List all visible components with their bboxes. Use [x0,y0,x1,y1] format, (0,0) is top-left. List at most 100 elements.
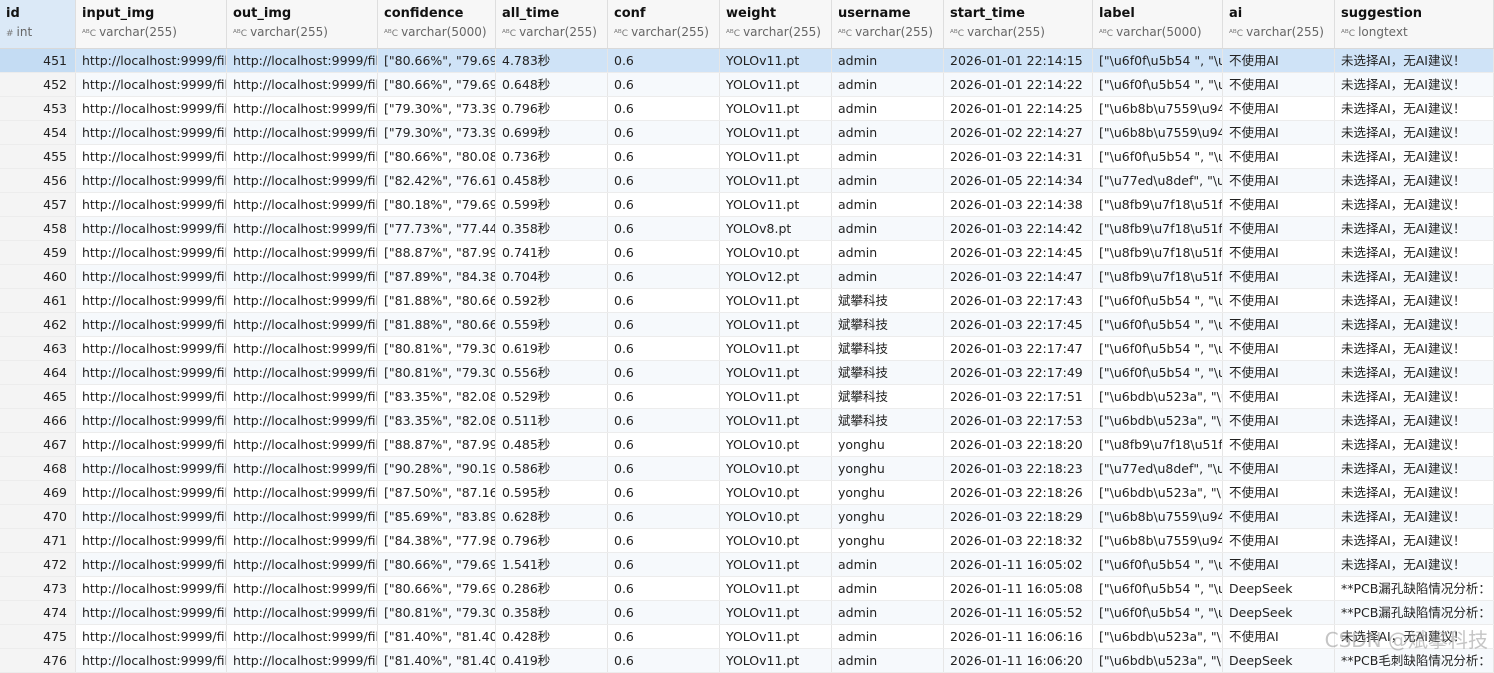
cell-all-time[interactable]: 0.529秒 [496,385,608,408]
cell-conf[interactable]: 0.6 [608,73,720,96]
table-row[interactable]: 461 http://localhost:9999/file http://loca… [0,289,1494,313]
cell-label[interactable]: ["\u6f0f\u5b54 ", "\u6 [1093,289,1223,312]
cell-confidence[interactable]: ["83.35%", "82.08% [378,409,496,432]
cell-all-time[interactable]: 0.511秒 [496,409,608,432]
cell-suggestion[interactable]: 未选择AI，无AI建议！ [1335,457,1494,480]
cell-input-img[interactable]: http://localhost:9999/file [76,457,227,480]
cell-id[interactable]: 471 [0,529,76,552]
cell-ai[interactable]: 不使用AI [1223,409,1335,432]
cell-out-img[interactable]: http://localhost:9999/file [227,505,378,528]
cell-suggestion[interactable]: 未选择AI，无AI建议！ [1335,385,1494,408]
cell-suggestion[interactable]: **PCB毛刺缺陷情况分析： [1335,649,1494,672]
cell-input-img[interactable]: http://localhost:9999/file [76,601,227,624]
cell-username[interactable]: admin [832,625,944,648]
cell-label[interactable]: ["\u8fb9\u7f18\u51f9 [1093,265,1223,288]
cell-weight[interactable]: YOLOv11.pt [720,289,832,312]
cell-start-time[interactable]: 2026-01-11 16:06:20 [944,649,1093,672]
cell-out-img[interactable]: http://localhost:9999/file [227,433,378,456]
cell-start-time[interactable]: 2026-01-05 22:14:34 [944,169,1093,192]
table-row[interactable]: 452 http://localhost:9999/file http://loca… [0,73,1494,97]
table-row[interactable]: 470 http://localhost:9999/file http://loca… [0,505,1494,529]
cell-all-time[interactable]: 0.599秒 [496,193,608,216]
cell-start-time[interactable]: 2026-01-01 22:14:15 [944,49,1093,72]
cell-username[interactable]: admin [832,649,944,672]
cell-confidence[interactable]: ["80.18%", "79.69% [378,193,496,216]
cell-label[interactable]: ["\u6bdb\u523a", "\u [1093,385,1223,408]
column-header-confidence[interactable]: confidence ᴬᴮC varchar(5000) [378,0,496,48]
cell-username[interactable]: admin [832,217,944,240]
cell-ai[interactable]: 不使用AI [1223,529,1335,552]
cell-suggestion[interactable]: 未选择AI，无AI建议！ [1335,529,1494,552]
cell-confidence[interactable]: ["80.66%", "79.69% [378,73,496,96]
cell-confidence[interactable]: ["83.35%", "82.08% [378,385,496,408]
cell-ai[interactable]: 不使用AI [1223,361,1335,384]
cell-out-img[interactable]: http://localhost:9999/file [227,265,378,288]
cell-all-time[interactable]: 4.783秒 [496,49,608,72]
table-row[interactable]: 465 http://localhost:9999/file http://loca… [0,385,1494,409]
cell-ai[interactable]: 不使用AI [1223,73,1335,96]
cell-label[interactable]: ["\u8fb9\u7f18\u51f9 [1093,433,1223,456]
cell-weight[interactable]: YOLOv11.pt [720,313,832,336]
cell-out-img[interactable]: http://localhost:9999/file [227,529,378,552]
cell-username[interactable]: admin [832,97,944,120]
cell-conf[interactable]: 0.6 [608,505,720,528]
cell-conf[interactable]: 0.6 [608,385,720,408]
cell-input-img[interactable]: http://localhost:9999/file [76,577,227,600]
cell-out-img[interactable]: http://localhost:9999/file [227,49,378,72]
cell-conf[interactable]: 0.6 [608,313,720,336]
cell-confidence[interactable]: ["90.28%", "90.19% [378,457,496,480]
cell-ai[interactable]: 不使用AI [1223,481,1335,504]
cell-username[interactable]: admin [832,553,944,576]
cell-weight[interactable]: YOLOv11.pt [720,649,832,672]
cell-input-img[interactable]: http://localhost:9999/file [76,433,227,456]
cell-weight[interactable]: YOLOv10.pt [720,529,832,552]
cell-username[interactable]: 斌攀科技 [832,313,944,336]
cell-all-time[interactable]: 0.586秒 [496,457,608,480]
cell-username[interactable]: 斌攀科技 [832,361,944,384]
cell-conf[interactable]: 0.6 [608,577,720,600]
cell-start-time[interactable]: 2026-01-11 16:05:08 [944,577,1093,600]
cell-username[interactable]: admin [832,169,944,192]
cell-ai[interactable]: 不使用AI [1223,337,1335,360]
cell-start-time[interactable]: 2026-01-01 22:14:25 [944,97,1093,120]
cell-weight[interactable]: YOLOv10.pt [720,457,832,480]
cell-suggestion[interactable]: 未选择AI，无AI建议！ [1335,481,1494,504]
cell-weight[interactable]: YOLOv11.pt [720,337,832,360]
cell-conf[interactable]: 0.6 [608,49,720,72]
cell-all-time[interactable]: 0.736秒 [496,145,608,168]
cell-conf[interactable]: 0.6 [608,193,720,216]
cell-conf[interactable]: 0.6 [608,265,720,288]
cell-start-time[interactable]: 2026-01-03 22:14:45 [944,241,1093,264]
cell-ai[interactable]: 不使用AI [1223,241,1335,264]
cell-conf[interactable]: 0.6 [608,121,720,144]
cell-label[interactable]: ["\u6bdb\u523a", "\u [1093,625,1223,648]
cell-username[interactable]: 斌攀科技 [832,385,944,408]
column-header-suggestion[interactable]: suggestion ᴬᴮC longtext [1335,0,1494,48]
cell-input-img[interactable]: http://localhost:9999/file [76,529,227,552]
cell-id[interactable]: 476 [0,649,76,672]
cell-confidence[interactable]: ["82.42%", "76.61% [378,169,496,192]
cell-id[interactable]: 456 [0,169,76,192]
cell-label[interactable]: ["\u6b8b\u7559\u94 [1093,121,1223,144]
cell-ai[interactable]: DeepSeek [1223,577,1335,600]
cell-id[interactable]: 466 [0,409,76,432]
cell-ai[interactable]: 不使用AI [1223,97,1335,120]
cell-suggestion[interactable]: 未选择AI，无AI建议！ [1335,241,1494,264]
column-header-all-time[interactable]: all_time ᴬᴮC varchar(255) [496,0,608,48]
cell-username[interactable]: yonghu [832,481,944,504]
cell-out-img[interactable]: http://localhost:9999/file [227,337,378,360]
cell-start-time[interactable]: 2026-01-03 22:18:29 [944,505,1093,528]
cell-label[interactable]: ["\u8fb9\u7f18\u51f9 [1093,217,1223,240]
cell-start-time[interactable]: 2026-01-11 16:05:52 [944,601,1093,624]
cell-suggestion[interactable]: 未选择AI，无AI建议！ [1335,217,1494,240]
cell-id[interactable]: 460 [0,265,76,288]
cell-username[interactable]: yonghu [832,529,944,552]
cell-label[interactable]: ["\u6f0f\u5b54 ", "\u6 [1093,601,1223,624]
cell-ai[interactable]: 不使用AI [1223,313,1335,336]
cell-input-img[interactable]: http://localhost:9999/file [76,649,227,672]
cell-input-img[interactable]: http://localhost:9999/file [76,193,227,216]
cell-conf[interactable]: 0.6 [608,169,720,192]
cell-start-time[interactable]: 2026-01-03 22:17:43 [944,289,1093,312]
cell-id[interactable]: 470 [0,505,76,528]
cell-all-time[interactable]: 0.704秒 [496,265,608,288]
